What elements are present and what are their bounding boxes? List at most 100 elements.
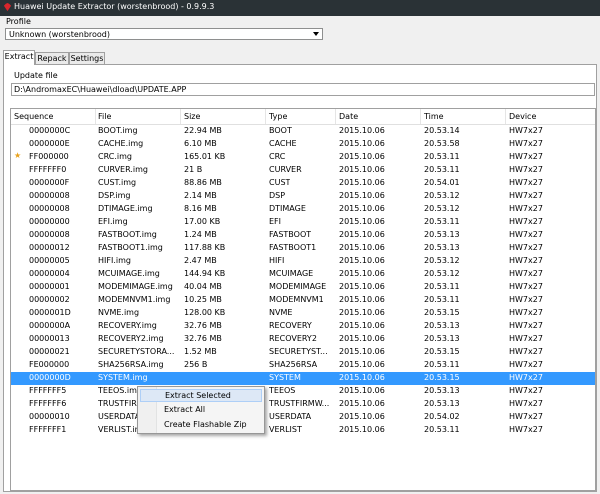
cell-device: HW7x27 [509, 386, 543, 395]
table-row[interactable]: 0000001D NVME.img 128.00 KB NVME 2015.10.06 2… [11, 307, 595, 320]
cell-device: HW7x27 [509, 126, 543, 135]
table-row[interactable]: FFFFFFF6 TRUSTFIRM... TRUSTFIRMW... 2015.10… [11, 398, 595, 411]
table-row[interactable]: 0000000F CUST.img 88.86 MB CUST 2015.10.06 20… [11, 177, 595, 190]
chevron-down-icon[interactable] [313, 32, 319, 36]
table-row[interactable]: 00000010 USERDATA... USERDATA 2015.10.06 20.… [11, 411, 595, 424]
cell-sequence: 00000021 [29, 347, 70, 356]
context-menu: Extract Selected Extract All Create Flas… [137, 386, 265, 434]
table-row[interactable]: FFFFFFF5 TEEOS.img TEEOS 2015.10.06 20.53.13… [11, 385, 595, 398]
cell-file: CURVER.img [98, 165, 148, 174]
table-row[interactable]: 00000005 HIFI.img 2.47 MB HIFI 2015.10.06 20.… [11, 255, 595, 268]
cell-file: SHA256RSA.img [98, 360, 164, 369]
table-row[interactable]: 0000000C BOOT.img 22.94 MB BOOT 2015.10.06 20… [11, 125, 595, 138]
cell-date: 2015.10.06 [339, 191, 385, 200]
partition-table[interactable]: Sequence File Size Type Date Time Device… [10, 108, 596, 491]
cell-size: 32.76 MB [184, 321, 222, 330]
cell-type: SECURETYST... [269, 347, 328, 356]
cell-sequence: 00000005 [29, 256, 70, 265]
cell-sequence: 00000008 [29, 204, 70, 213]
cell-device: HW7x27 [509, 425, 543, 434]
column-divider[interactable] [95, 109, 96, 124]
cell-file: MODEMIMAGE.img [98, 282, 173, 291]
tab-repack[interactable]: Repack [35, 52, 69, 64]
menu-item-create-flashable-zip[interactable]: Create Flashable Zip [140, 419, 262, 432]
column-divider[interactable] [335, 109, 336, 124]
cell-size: 2.14 MB [184, 191, 217, 200]
cell-sequence: 0000000E [29, 139, 70, 148]
cell-time: 20.53.58 [424, 139, 460, 148]
cell-sequence: FFFFFFF6 [29, 399, 67, 408]
cell-date: 2015.10.06 [339, 256, 385, 265]
cell-file: SECURETYSTORA... [98, 347, 175, 356]
table-row[interactable]: 00000012 FASTBOOT1.img 117.88 KB FASTBOOT1 2… [11, 242, 595, 255]
cell-time: 20.53.13 [424, 334, 460, 343]
cell-device: HW7x27 [509, 165, 543, 174]
menu-item-extract-all[interactable]: Extract All [140, 404, 262, 417]
cell-date: 2015.10.06 [339, 425, 385, 434]
cell-size: 32.76 MB [184, 334, 222, 343]
table-row[interactable]: 0000000A RECOVERY.img 32.76 MB RECOVERY 2015… [11, 320, 595, 333]
cell-type: NVME [269, 308, 293, 317]
cell-type: MODEMIMAGE [269, 282, 327, 291]
column-header-size[interactable]: Size [184, 112, 200, 121]
cell-date: 2015.10.06 [339, 243, 385, 252]
table-row[interactable]: 00000004 MCUIMAGE.img 144.94 KB MCUIMAGE 201… [11, 268, 595, 281]
table-row[interactable]: 0000000D SYSTEM.img SYSTEM 2015.10.06 20.53.… [11, 372, 595, 385]
cell-type: FASTBOOT [269, 230, 312, 239]
column-header-date[interactable]: Date [339, 112, 358, 121]
cell-date: 2015.10.06 [339, 126, 385, 135]
update-file-input[interactable]: D:\AndromaxEC\Huawei\dload\UPDATE.APP [11, 83, 595, 96]
table-row[interactable]: 00000013 RECOVERY2.img 32.76 MB RECOVERY2 20… [11, 333, 595, 346]
cell-type: TRUSTFIRMW... [269, 399, 330, 408]
cell-time: 20.53.11 [424, 217, 460, 226]
profile-dropdown[interactable]: Unknown (worstenbrood) [5, 28, 323, 40]
title-bar: Huawei Update Extractor (worstenbrood) -… [0, 0, 600, 16]
table-row[interactable]: 00000008 FASTBOOT.img 1.24 MB FASTBOOT 2015.… [11, 229, 595, 242]
cell-type: CURVER [269, 165, 302, 174]
tab-settings[interactable]: Settings [69, 52, 105, 64]
table-row[interactable]: 00000002 MODEMNVM1.img 10.25 MB MODEMNVM1 20… [11, 294, 595, 307]
menu-item-extract-selected[interactable]: Extract Selected [140, 389, 262, 402]
column-header-type[interactable]: Type [269, 112, 287, 121]
cell-time: 20.53.13 [424, 243, 460, 252]
cell-date: 2015.10.06 [339, 308, 385, 317]
cell-sequence: 00000001 [29, 282, 70, 291]
table-row[interactable]: 00000001 MODEMIMAGE.img 40.04 MB MODEMIMAGE… [11, 281, 595, 294]
cell-sequence: FE000000 [29, 360, 70, 369]
cell-time: 20.53.12 [424, 191, 460, 200]
table-row[interactable]: 0000000E CACHE.img 6.10 MB CACHE 2015.10.06 2… [11, 138, 595, 151]
table-row[interactable]: FFFFFFF0 CURVER.img 21 B CURVER 2015.10.06 20… [11, 164, 595, 177]
cell-time: 20.53.11 [424, 282, 460, 291]
cell-type: HIFI [269, 256, 285, 265]
cell-time: 20.53.15 [424, 347, 460, 356]
column-divider[interactable] [505, 109, 506, 124]
column-header-sequence[interactable]: Sequence [14, 112, 53, 121]
cell-sequence: 00000002 [29, 295, 70, 304]
column-header-time[interactable]: Time [424, 112, 444, 121]
cell-type: MCUIMAGE [269, 269, 314, 278]
column-divider[interactable] [265, 109, 266, 124]
table-row[interactable]: 00000008 DTIMAGE.img 8.16 MB DTIMAGE 2015.10… [11, 203, 595, 216]
cell-size: 1.24 MB [184, 230, 217, 239]
cell-time: 20.53.12 [424, 256, 460, 265]
cell-type: SHA256RSA [269, 360, 318, 369]
column-header-device[interactable]: Device [509, 112, 536, 121]
table-row[interactable]: ★ FF000000 CRC.img 165.01 KB CRC 2015.10.06 20… [11, 151, 595, 164]
tab-extract[interactable]: Extract [3, 50, 35, 65]
cell-date: 2015.10.06 [339, 152, 385, 161]
table-row[interactable]: FFFFFFF1VERLIST.img4.97 KBVERLIST2015.10… [11, 424, 595, 437]
cell-device: HW7x27 [509, 373, 543, 382]
cell-size: 256 B [184, 360, 208, 369]
cell-date: 2015.10.06 [339, 204, 385, 213]
cell-date: 2015.10.06 [339, 399, 385, 408]
column-divider[interactable] [180, 109, 181, 124]
column-header-file[interactable]: File [98, 112, 111, 121]
table-row[interactable]: 00000008 DSP.img 2.14 MB DSP 2015.10.06 20.53… [11, 190, 595, 203]
table-header: Sequence File Size Type Date Time Device [11, 109, 595, 125]
table-row[interactable]: 00000000 EFI.img 17.00 KB EFI 2015.10.06 20.5… [11, 216, 595, 229]
cell-file: RECOVERY.img [98, 321, 157, 330]
table-row[interactable]: 00000021 SECURETYSTORA... 1.52 MB SECURETYS… [11, 346, 595, 359]
column-divider[interactable] [420, 109, 421, 124]
table-row[interactable]: FE000000 SHA256RSA.img 256 B SHA256RSA 2015.… [11, 359, 595, 372]
cell-date: 2015.10.06 [339, 269, 385, 278]
